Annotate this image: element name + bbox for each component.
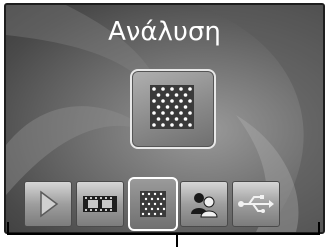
menu-item-people[interactable] [180,181,228,227]
menu-item-playback[interactable] [24,181,72,227]
play-triangle-icon [40,190,59,218]
menu-bracket-line [7,222,320,247]
menu-item-film-type[interactable] [76,181,124,227]
usb-icon [238,195,274,213]
page-title: Ανάλυση [108,17,221,47]
film-strip-icon [83,196,117,212]
resolution-dots-icon [150,85,194,129]
people-icon [191,193,218,218]
menu-item-usb[interactable] [232,181,280,227]
device-screen: Ανάλυση [4,3,325,234]
resolution-preview [130,69,216,149]
